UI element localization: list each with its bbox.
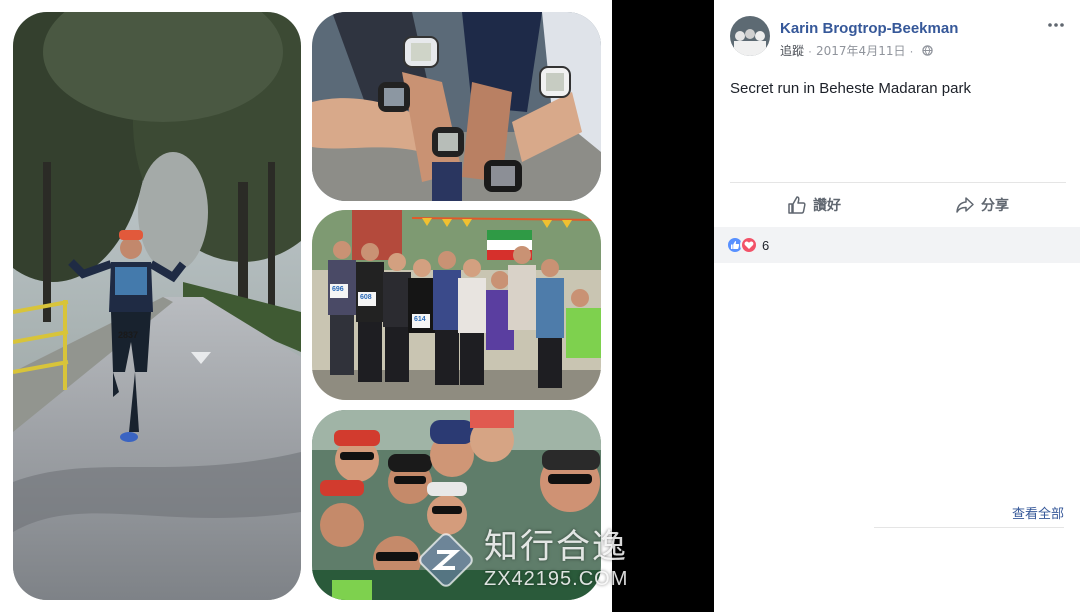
photo-viewer[interactable]: 2837 696 608 614 知行合逸 ZX42195.COM	[0, 0, 714, 612]
watermark-url: ZX42195.COM	[484, 568, 629, 590]
post-caption: Secret run in Beheste Madaran park	[730, 80, 971, 97]
post-meta: 追蹤 · 2017年4月11日 ·	[780, 42, 934, 59]
like-button[interactable]: 讚好	[730, 183, 898, 226]
runner-photo: 2837	[13, 12, 301, 600]
watermark-title: 知行合逸	[484, 527, 628, 567]
group-bib-3: 614	[414, 316, 426, 323]
photo-collage: 2837 696 608 614	[0, 0, 612, 612]
post-date[interactable]: 2017年4月11日	[816, 42, 905, 59]
thumbs-up-icon	[788, 195, 806, 214]
runner-bib: 2837	[118, 330, 139, 340]
group-bib-2: 608	[360, 294, 372, 301]
post-side-panel: Karin Brogtrop-Beekman 追蹤 · 2017年4月11日 ·…	[714, 0, 1080, 612]
like-label: 讚好	[813, 197, 841, 214]
follow-link[interactable]: 追蹤	[780, 42, 804, 59]
globe-icon[interactable]	[922, 45, 934, 56]
watermark-logo-icon	[419, 532, 473, 587]
author-name[interactable]: Karin Brogtrop-Beekman	[780, 20, 958, 37]
watermark: 知行合逸 ZX42195.COM	[418, 528, 628, 591]
group-photo: 696 608 614	[312, 210, 601, 400]
reaction-count: 6	[762, 237, 770, 253]
see-all-comments-link[interactable]: 查看全部	[1012, 503, 1064, 522]
reactions-bar[interactable]: 6	[714, 227, 1080, 263]
share-button[interactable]: 分享	[898, 183, 1066, 226]
divider	[874, 527, 1064, 528]
meta-separator: ·	[808, 43, 813, 58]
share-label: 分享	[981, 197, 1009, 214]
action-bar: 讚好 分享	[730, 182, 1066, 226]
watches-photo	[312, 12, 601, 201]
love-reaction-icon	[740, 236, 758, 254]
meta-separator: ·	[909, 43, 914, 58]
more-options-icon[interactable]	[1046, 18, 1066, 32]
share-arrow-icon	[956, 196, 974, 213]
group-bib-1: 696	[332, 286, 344, 293]
avatar[interactable]	[730, 16, 770, 56]
